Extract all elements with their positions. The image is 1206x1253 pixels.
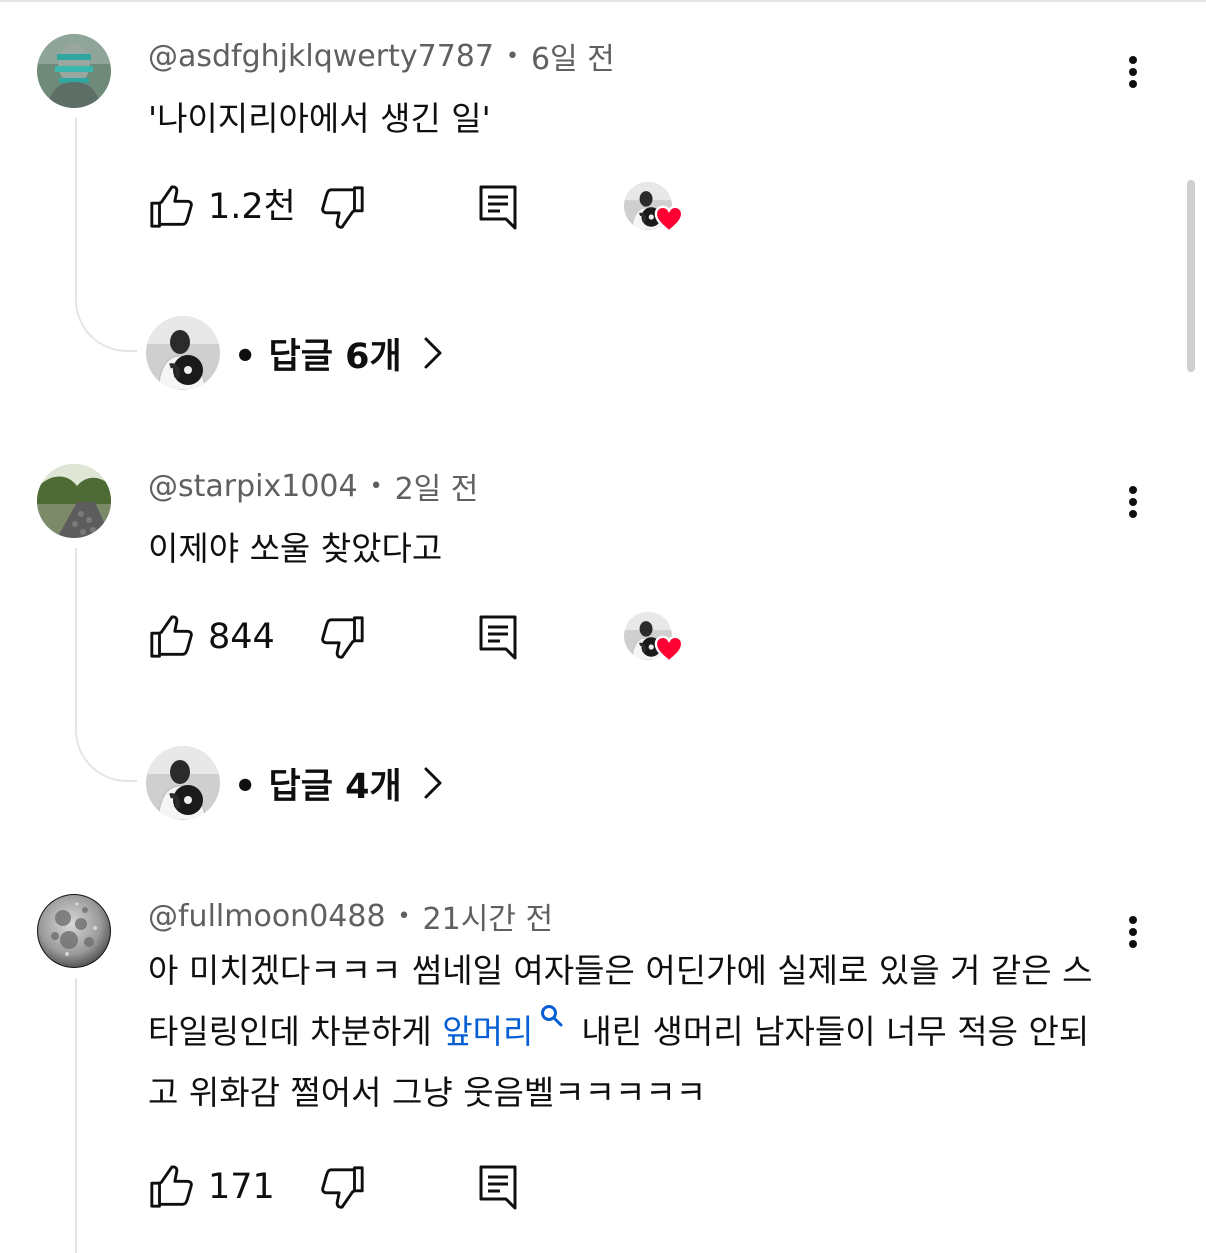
replies-count-label: • 답글 4개 — [234, 766, 402, 807]
meta-separator: • — [505, 43, 519, 69]
dislike-icon[interactable] — [320, 1164, 366, 1210]
action-bar: 844 — [148, 614, 708, 664]
comment-text: 이제야 쏘울 찾았다고 — [148, 529, 443, 568]
like-count: 171 — [208, 1167, 275, 1207]
action-bar: 1.2천 — [148, 184, 708, 234]
like-count: 844 — [208, 617, 275, 657]
reply-icon[interactable] — [478, 614, 518, 660]
meta-separator: • — [369, 473, 383, 499]
meta-separator: • — [397, 903, 411, 929]
portrait-avatar-icon — [37, 34, 111, 108]
more-vert-icon[interactable] — [1116, 52, 1150, 92]
top-divider — [0, 0, 1206, 2]
dislike-icon[interactable] — [320, 614, 366, 660]
reply-icon[interactable] — [478, 184, 518, 230]
avatar[interactable] — [37, 894, 111, 968]
avatar — [146, 746, 220, 820]
creator-heart-badge[interactable] — [622, 610, 686, 666]
author-handle[interactable]: @starpix1004 — [148, 469, 358, 504]
reply-icon[interactable] — [478, 1164, 518, 1210]
thread-connector — [75, 118, 137, 352]
avatar — [146, 316, 220, 390]
like-icon[interactable] — [148, 614, 194, 660]
scrollbar[interactable] — [1187, 180, 1195, 372]
timestamp[interactable]: 6일 전 — [531, 34, 615, 78]
moon-avatar-icon — [37, 894, 111, 968]
heart-icon — [656, 637, 682, 661]
creator-heart-badge[interactable] — [622, 180, 686, 236]
thread-connector — [75, 548, 137, 782]
more-vert-icon[interactable] — [1116, 912, 1150, 952]
comment-meta: @asdfghjklqwerty7787 • 6일 전 — [148, 34, 615, 78]
avatar[interactable] — [37, 464, 111, 538]
search-icon[interactable] — [539, 1003, 565, 1029]
comment-text: 아 미치겠다ㅋㅋㅋ 썸네일 여자들은 어딘가에 실제로 있을 거 같은 스타일링… — [148, 940, 1108, 1123]
comment-meta: @fullmoon0488 • 21시간 전 — [148, 894, 554, 938]
like-count: 1.2천 — [208, 187, 296, 227]
view-replies-button[interactable]: • 답글 6개 — [146, 316, 446, 390]
like-icon[interactable] — [148, 184, 194, 230]
avatar[interactable] — [37, 34, 111, 108]
author-handle[interactable]: @fullmoon0488 — [148, 899, 386, 934]
search-link[interactable]: 앞머리 — [442, 1012, 533, 1051]
view-replies-button[interactable]: • 답글 4개 — [146, 746, 446, 820]
replies-count-label: • 답글 6개 — [234, 336, 402, 377]
landscape-avatar-icon — [37, 464, 111, 538]
like-icon[interactable] — [148, 1164, 194, 1210]
comment-text: '나이지리아에서 생긴 일' — [148, 99, 491, 138]
timestamp[interactable]: 21시간 전 — [423, 894, 554, 938]
chevron-right-icon — [420, 333, 446, 373]
author-handle[interactable]: @asdfghjklqwerty7787 — [148, 39, 494, 74]
dislike-icon[interactable] — [320, 184, 366, 230]
chevron-right-icon — [420, 763, 446, 803]
replier-avatar-icon — [146, 746, 220, 820]
replier-avatar-icon — [146, 316, 220, 390]
comment-meta: @starpix1004 • 2일 전 — [148, 464, 479, 508]
action-bar: 171 — [148, 1164, 708, 1214]
thread-connector — [75, 978, 77, 1253]
more-vert-icon[interactable] — [1116, 482, 1150, 522]
timestamp[interactable]: 2일 전 — [395, 464, 479, 508]
heart-icon — [656, 207, 682, 231]
